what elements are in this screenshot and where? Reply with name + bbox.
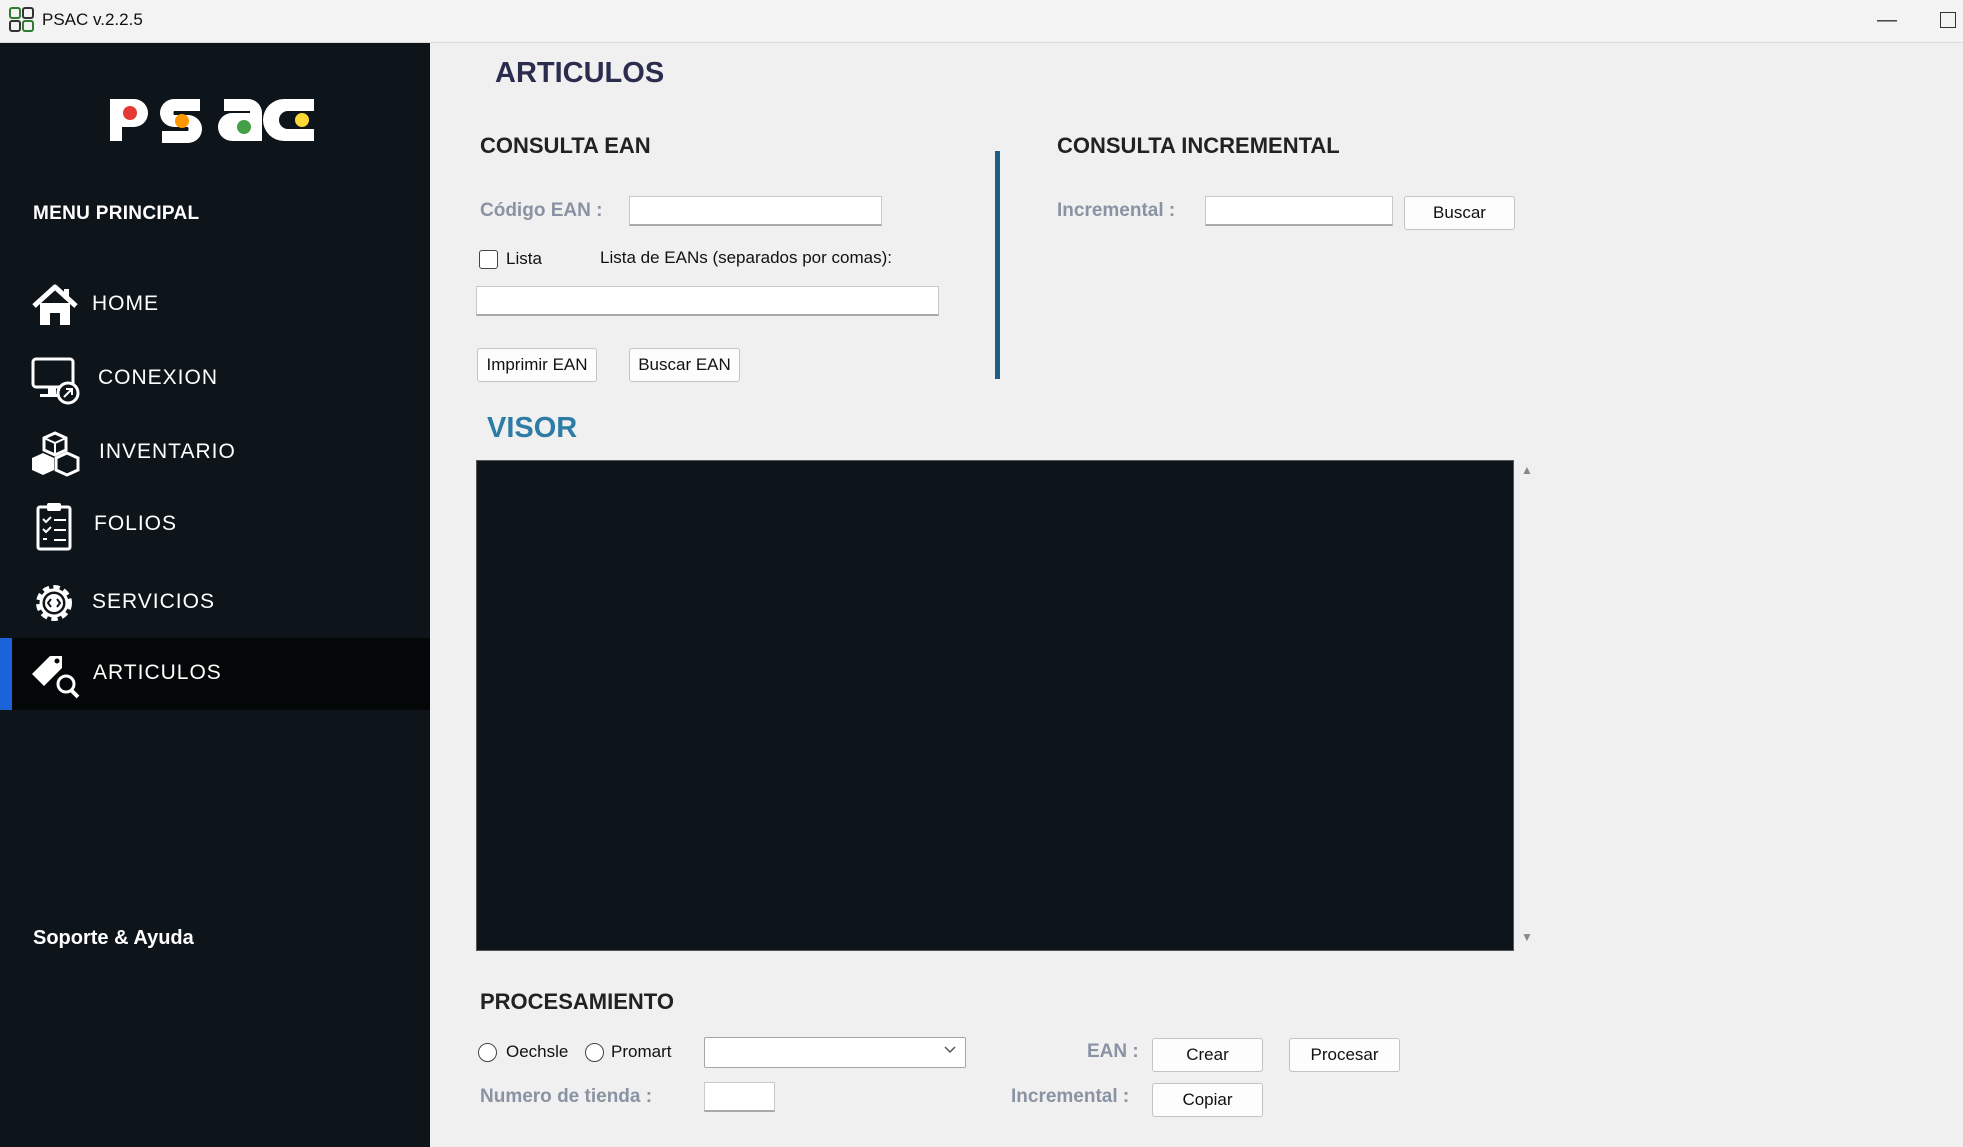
tag-search-icon	[32, 656, 80, 699]
consulta-incremental-title: CONSULTA INCREMENTAL	[1057, 133, 1340, 158]
sidebar: MENU PRINCIPAL HOME CONEXION INVENTARIO	[0, 43, 430, 1147]
lista-eans-input[interactable]	[476, 286, 939, 316]
procesamiento-title: PROCESAMIENTO	[480, 989, 674, 1014]
gear-code-icon	[36, 585, 72, 621]
visor-title: VISOR	[487, 412, 578, 444]
sidebar-item-label: FOLIOS	[94, 512, 178, 535]
sidebar-item-label: HOME	[92, 292, 159, 315]
procesar-button[interactable]: Procesar	[1289, 1038, 1400, 1072]
sidebar-item-label: SERVICIOS	[92, 590, 215, 613]
codigo-ean-label: Código EAN :	[480, 200, 603, 221]
maximize-button[interactable]	[1940, 12, 1956, 28]
sidebar-item-label: CONEXION	[98, 366, 219, 389]
window-title: PSAC v.2.2.5	[42, 10, 143, 29]
imprimir-ean-button[interactable]: Imprimir EAN	[477, 348, 597, 382]
sidebar-item-servicios[interactable]: SERVICIOS	[0, 567, 430, 639]
app-icon	[9, 7, 34, 32]
oechsle-label: Oechsle	[506, 1042, 569, 1061]
window-titlebar: PSAC v.2.2.5 —	[0, 0, 1963, 43]
lista-eans-label: Lista de EANs (separados por comas):	[600, 248, 892, 267]
codigo-ean-input[interactable]	[629, 196, 882, 226]
menu-title: MENU PRINCIPAL	[33, 203, 200, 224]
sidebar-item-label: ARTICULOS	[93, 661, 222, 684]
sidebar-item-articulos[interactable]: ARTICULOS	[0, 638, 430, 710]
crear-button[interactable]: Crear	[1152, 1038, 1263, 1072]
consulta-ean-title: CONSULTA EAN	[480, 133, 651, 158]
promart-radio[interactable]	[585, 1043, 604, 1062]
copiar-button[interactable]: Copiar	[1152, 1083, 1263, 1117]
scroll-up-arrow-icon[interactable]: ▲	[1520, 463, 1534, 477]
sidebar-item-label: INVENTARIO	[99, 440, 236, 463]
monitor-connection-icon	[31, 357, 80, 405]
sidebar-item-conexion[interactable]: CONEXION	[0, 343, 430, 415]
page-title: ARTICULOS	[495, 57, 665, 89]
clipboard-icon	[36, 503, 72, 551]
section-divider	[995, 151, 1000, 379]
chevron-down-icon	[944, 1046, 956, 1054]
buscar-incremental-button[interactable]: Buscar	[1404, 196, 1515, 230]
visor-output[interactable]	[476, 460, 1514, 951]
scroll-down-arrow-icon[interactable]: ▼	[1520, 930, 1534, 944]
incremental-label: Incremental :	[1057, 200, 1176, 221]
minimize-button[interactable]: —	[1870, 2, 1904, 38]
numero-tienda-label: Numero de tienda :	[480, 1086, 653, 1107]
main-content: ARTICULOS CONSULTA EAN Código EAN : List…	[430, 43, 1963, 1147]
lista-checkbox[interactable]	[479, 250, 498, 269]
boxes-icon	[32, 431, 80, 477]
ean-label: EAN :	[1087, 1041, 1139, 1062]
oechsle-radio[interactable]	[478, 1043, 497, 1062]
incremental-input[interactable]	[1205, 196, 1393, 226]
psac-logo	[110, 99, 314, 143]
home-icon	[32, 284, 78, 325]
lista-label: Lista	[506, 249, 542, 268]
sidebar-item-home[interactable]: HOME	[0, 269, 430, 341]
sidebar-item-folios[interactable]: FOLIOS	[0, 489, 430, 561]
numero-tienda-input[interactable]	[704, 1082, 775, 1112]
support-link[interactable]: Soporte & Ayuda	[33, 927, 194, 950]
active-indicator	[0, 638, 12, 710]
tienda-select[interactable]	[704, 1037, 966, 1068]
incremental-proc-label: Incremental :	[1011, 1086, 1130, 1107]
sidebar-item-inventario[interactable]: INVENTARIO	[0, 417, 430, 489]
buscar-ean-button[interactable]: Buscar EAN	[629, 348, 740, 382]
promart-label: Promart	[611, 1042, 672, 1061]
